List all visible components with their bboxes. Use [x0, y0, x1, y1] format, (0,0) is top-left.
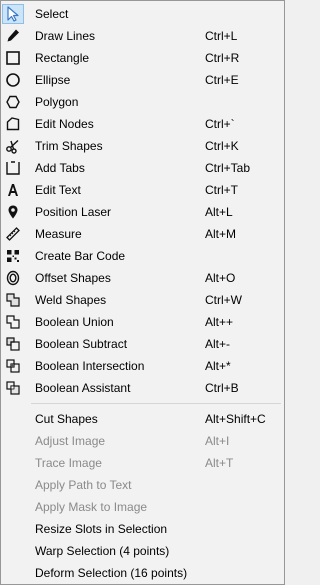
menu-item-select[interactable]: Select	[1, 3, 284, 25]
menu-item-label: Polygon	[35, 95, 79, 109]
menu-item-shortcut: Ctrl+E	[205, 73, 239, 87]
menu-item-adjust-image: Adjust Image Alt+I	[1, 430, 284, 452]
menu-item-create-bar-code[interactable]: Create Bar Code	[1, 245, 284, 267]
menu-item-label: Warp Selection (4 points)	[35, 544, 170, 558]
menu-item-label: Apply Mask to Image	[35, 500, 148, 514]
menu-item-label: Position Laser	[35, 205, 112, 219]
menu-item-shortcut: Alt+-	[205, 337, 231, 351]
menu-item-label: Offset Shapes	[35, 271, 111, 285]
cursor-arrow-icon	[2, 4, 24, 24]
menu-item-shortcut: Alt+*	[205, 359, 231, 373]
boolean-assistant-icon	[3, 379, 23, 397]
edit-nodes-icon	[3, 115, 23, 133]
menu-item-measure[interactable]: Measure Alt+M	[1, 223, 284, 245]
menu-item-shortcut: Ctrl+L	[205, 29, 238, 43]
menu-item-ellipse[interactable]: Ellipse Ctrl+E	[1, 69, 284, 91]
menu-item-shortcut: Ctrl+K	[205, 139, 239, 153]
menu-item-deform-selection[interactable]: Deform Selection (16 points)	[1, 562, 284, 584]
menu-item-label: Ellipse	[35, 73, 71, 87]
menu-separator	[31, 403, 281, 404]
menu-item-resize-slots[interactable]: Resize Slots in Selection	[1, 518, 284, 540]
menu-item-shortcut: Ctrl+T	[205, 183, 238, 197]
boolean-union-icon	[3, 313, 23, 331]
menu-item-shortcut: Ctrl+Tab	[205, 161, 251, 175]
menu-item-shortcut: Alt+T	[205, 456, 234, 470]
menu-item-label: Trace Image	[35, 456, 102, 470]
menu-item-label: Deform Selection (16 points)	[35, 566, 188, 580]
menu-item-shortcut: Ctrl+B	[205, 381, 239, 395]
menu-item-weld-shapes[interactable]: Weld Shapes Ctrl+W	[1, 289, 284, 311]
ellipse-icon	[3, 71, 23, 89]
text-icon	[3, 181, 23, 199]
menu-item-trace-image: Trace Image Alt+T	[1, 452, 284, 474]
menu-item-label: Draw Lines	[35, 29, 96, 43]
menu-item-rectangle[interactable]: Rectangle Ctrl+R	[1, 47, 284, 69]
scissors-icon	[3, 137, 23, 155]
menu-item-draw-lines[interactable]: Draw Lines Ctrl+L	[1, 25, 284, 47]
weld-icon	[3, 291, 23, 309]
context-menu: Select Draw Lines Ctrl+L Rectangle Ctrl+…	[0, 0, 285, 585]
menu-item-shortcut: Alt+O	[205, 271, 236, 285]
rectangle-icon	[3, 49, 23, 67]
menu-item-shortcut: Ctrl+R	[205, 51, 240, 65]
menu-item-label: Edit Text	[35, 183, 81, 197]
menu-item-shortcut: Alt+L	[205, 205, 233, 219]
menu-item-label: Adjust Image	[35, 434, 106, 448]
menu-item-label: Measure	[35, 227, 82, 241]
tabs-icon	[3, 159, 23, 177]
menu-item-label: Rectangle	[35, 51, 90, 65]
menu-item-label: Select	[35, 7, 69, 21]
menu-item-shortcut: Alt+I	[205, 434, 230, 448]
qr-code-icon	[3, 247, 23, 265]
pencil-icon	[3, 27, 23, 45]
menu-item-shortcut: Alt+Shift+C	[205, 412, 266, 426]
menu-item-offset-shapes[interactable]: Offset Shapes Alt+O	[1, 267, 284, 289]
menu-item-label: Create Bar Code	[35, 249, 126, 263]
menu-item-add-tabs[interactable]: Add Tabs Ctrl+Tab	[1, 157, 284, 179]
offset-icon	[3, 269, 23, 287]
menu-item-shortcut: Alt++	[205, 315, 234, 329]
menu-item-label: Boolean Subtract	[35, 337, 128, 351]
location-pin-icon	[3, 203, 23, 221]
menu-item-shortcut: Ctrl+W	[205, 293, 242, 307]
polygon-icon	[3, 93, 23, 111]
menu-item-edit-nodes[interactable]: Edit Nodes Ctrl+`	[1, 113, 284, 135]
menu-item-shortcut: Ctrl+`	[205, 117, 235, 131]
boolean-subtract-icon	[3, 335, 23, 353]
boolean-intersection-icon	[3, 357, 23, 375]
menu-item-boolean-union[interactable]: Boolean Union Alt++	[1, 311, 284, 333]
menu-item-label: Edit Nodes	[35, 117, 94, 131]
menu-item-boolean-assistant[interactable]: Boolean Assistant Ctrl+B	[1, 377, 284, 399]
menu-item-label: Trim Shapes	[35, 139, 103, 153]
ruler-icon	[3, 225, 23, 243]
menu-item-label: Cut Shapes	[35, 412, 98, 426]
menu-item-polygon[interactable]: Polygon	[1, 91, 284, 113]
menu-item-label: Add Tabs	[35, 161, 85, 175]
menu-item-apply-mask-to-image: Apply Mask to Image	[1, 496, 284, 518]
menu-item-label: Boolean Union	[35, 315, 114, 329]
menu-item-apply-path-to-text: Apply Path to Text	[1, 474, 284, 496]
menu-item-boolean-intersection[interactable]: Boolean Intersection Alt+*	[1, 355, 284, 377]
menu-item-position-laser[interactable]: Position Laser Alt+L	[1, 201, 284, 223]
menu-item-label: Resize Slots in Selection	[35, 522, 168, 536]
menu-item-edit-text[interactable]: Edit Text Ctrl+T	[1, 179, 284, 201]
menu-item-cut-shapes[interactable]: Cut Shapes Alt+Shift+C	[1, 408, 284, 430]
menu-item-shortcut: Alt+M	[205, 227, 237, 241]
menu-item-label: Apply Path to Text	[35, 478, 132, 492]
menu-item-warp-selection[interactable]: Warp Selection (4 points)	[1, 540, 284, 562]
menu-item-label: Boolean Assistant	[35, 381, 131, 395]
menu-item-boolean-subtract[interactable]: Boolean Subtract Alt+-	[1, 333, 284, 355]
menu-item-trim-shapes[interactable]: Trim Shapes Ctrl+K	[1, 135, 284, 157]
menu-item-label: Boolean Intersection	[35, 359, 145, 373]
menu-item-label: Weld Shapes	[35, 293, 107, 307]
